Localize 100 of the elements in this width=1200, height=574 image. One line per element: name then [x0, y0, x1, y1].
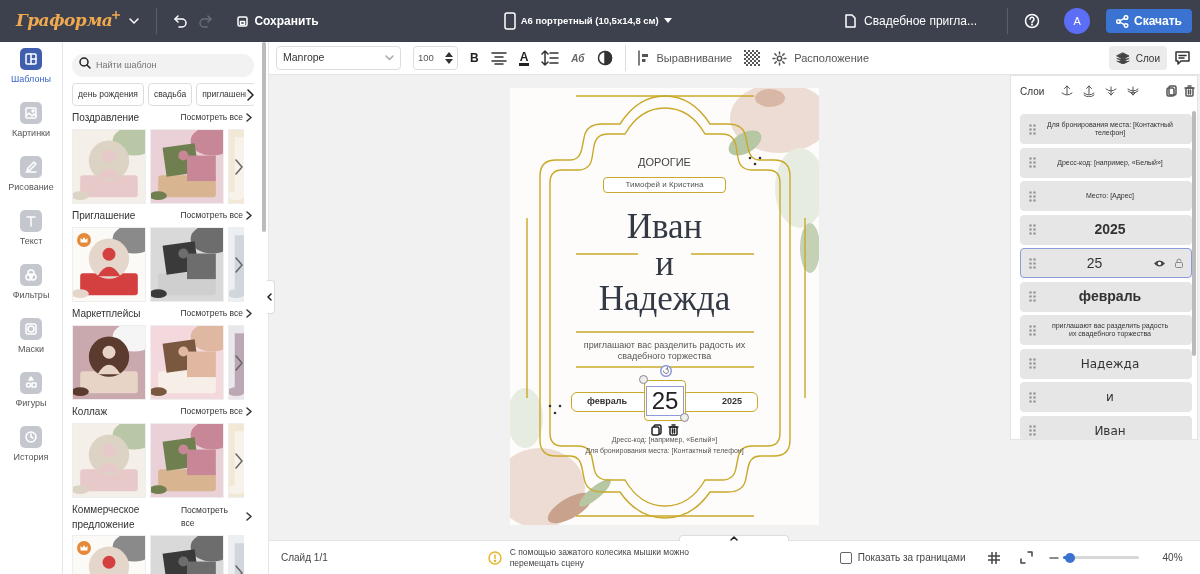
- layer-item[interactable]: 2025: [1020, 214, 1192, 245]
- layer-item[interactable]: Надежда: [1020, 348, 1192, 379]
- month-text: февраль: [587, 395, 628, 409]
- save-button[interactable]: Сохранить: [237, 12, 319, 30]
- rotate-handle-icon[interactable]: [660, 365, 672, 377]
- section-title: Поздравление: [72, 111, 140, 126]
- drag-handle-icon[interactable]: [1029, 257, 1036, 269]
- chevron-up-icon: [730, 536, 738, 541]
- view-all-link[interactable]: Посмотреть все: [180, 209, 252, 223]
- copy-icon[interactable]: [1166, 85, 1177, 97]
- slider-thumb[interactable]: [1065, 552, 1076, 563]
- drag-handle-icon[interactable]: [1029, 157, 1036, 168]
- text-effects-button[interactable]: Аб: [571, 50, 585, 66]
- bring-to-front-icon[interactable]: [1061, 85, 1073, 97]
- chevron-down-icon: [385, 55, 394, 61]
- pencil-icon: [20, 156, 42, 178]
- send-backward-icon[interactable]: [1105, 85, 1117, 97]
- collapse-handle[interactable]: [679, 535, 789, 541]
- send-to-back-icon[interactable]: [1127, 85, 1139, 97]
- drag-handle-icon[interactable]: [1029, 391, 1036, 403]
- resize-handle[interactable]: [639, 375, 648, 384]
- checkbox[interactable]: [839, 551, 852, 564]
- shapes-icon: [20, 372, 42, 394]
- chevron-right-icon: [246, 309, 252, 319]
- document-icon: [845, 14, 857, 28]
- delete-icon[interactable]: [667, 424, 679, 436]
- sidebar-item[interactable]: Картинки: [0, 102, 62, 156]
- sidebar-item[interactable]: Рисование: [0, 156, 62, 210]
- tag-chip[interactable]: приглашени: [196, 83, 254, 106]
- heading-text: ДОРОГИЕ: [638, 155, 691, 170]
- chevron-right-icon: [246, 512, 252, 522]
- sidebar-item[interactable]: Текст: [0, 210, 62, 264]
- delete-icon[interactable]: [1184, 85, 1195, 97]
- arrange-button[interactable]: Расположение: [772, 49, 869, 67]
- view-all-link[interactable]: Посмотреть все: [180, 405, 252, 419]
- help-icon[interactable]: [1024, 13, 1041, 29]
- template-icon: [20, 48, 42, 70]
- image-icon: [20, 102, 42, 124]
- groom-name: Иван: [626, 209, 703, 245]
- hint-text: С помощью зажатого колесика мышки можно перемещать сцену: [509, 546, 690, 569]
- collapse-handle[interactable]: [267, 280, 275, 314]
- view-all-link[interactable]: Посмотреть все: [180, 307, 252, 321]
- view-all-link[interactable]: Посмотреть все: [180, 111, 252, 125]
- day-text[interactable]: 25: [646, 385, 684, 416]
- scrollbar[interactable]: [1192, 111, 1196, 356]
- bride-name: Надежда: [598, 283, 731, 315]
- checkbox-label: Показать за границами: [857, 551, 966, 565]
- layer-item[interactable]: февраль: [1020, 281, 1192, 312]
- section-title: Приглашение: [72, 209, 136, 224]
- eye-icon[interactable]: [1153, 258, 1166, 268]
- scrollbar[interactable]: [262, 42, 266, 232]
- format-dropdown[interactable]: А6 портретный (10,5x14,8 см): [503, 12, 672, 30]
- resize-handle[interactable]: [680, 413, 689, 422]
- bring-forward-icon[interactable]: [1083, 85, 1095, 97]
- sidebar-item[interactable]: Шаблоны: [0, 48, 62, 102]
- avatar[interactable]: А: [1064, 8, 1091, 34]
- text-color-button[interactable]: A: [518, 50, 530, 66]
- download-button[interactable]: Скачать: [1106, 9, 1192, 33]
- drag-handle-icon[interactable]: [1029, 358, 1036, 369]
- transparency-icon[interactable]: [744, 50, 761, 66]
- sidebar-item[interactable]: Фигуры: [0, 372, 62, 426]
- undo-icon[interactable]: [173, 14, 190, 28]
- contrast-icon[interactable]: [596, 50, 613, 66]
- document-title[interactable]: Свадебное пригла...: [864, 12, 978, 30]
- section-title: Маркетплейсы: [72, 307, 141, 322]
- zoom-out-icon[interactable]: [1048, 555, 1059, 560]
- search-field[interactable]: Найти шаблон: [72, 53, 254, 77]
- section-title: Коммерческое предложение: [72, 502, 141, 532]
- font-dropdown[interactable]: Manrope: [276, 46, 401, 70]
- chevron-down-icon[interactable]: [128, 15, 141, 27]
- align-center-icon[interactable]: [490, 51, 507, 65]
- drag-handle-icon[interactable]: [1029, 224, 1036, 235]
- lock-icon[interactable]: [1174, 258, 1184, 268]
- layer-item[interactable]: 25: [1020, 248, 1192, 278]
- sidebar-item[interactable]: Маски: [0, 318, 62, 372]
- view-all-link[interactable]: Посмотреть все: [181, 504, 252, 530]
- tag-chip[interactable]: день рождения: [72, 83, 144, 106]
- drag-handle-icon[interactable]: [1029, 190, 1036, 202]
- logo[interactable]: Граформа: [16, 8, 113, 34]
- copy-icon[interactable]: [650, 424, 662, 436]
- sidebar-item[interactable]: Фильтры: [0, 264, 62, 318]
- drag-handle-icon[interactable]: [1029, 123, 1036, 135]
- history-icon: [20, 426, 42, 448]
- layers-button[interactable]: Слои: [1108, 46, 1167, 70]
- fullscreen-icon[interactable]: [1019, 551, 1033, 564]
- sidebar-item[interactable]: История: [0, 426, 62, 480]
- layer-item[interactable]: Иван: [1020, 415, 1192, 439]
- drag-handle-icon[interactable]: [1029, 324, 1036, 336]
- bold-button[interactable]: B: [470, 49, 479, 67]
- drag-handle-icon[interactable]: [1029, 291, 1036, 302]
- text-icon: [20, 210, 42, 232]
- layer-item[interactable]: и: [1020, 382, 1192, 412]
- grid-icon[interactable]: [987, 551, 1000, 564]
- align-button[interactable]: Выравнивание: [637, 49, 733, 67]
- line-spacing-icon[interactable]: [541, 50, 560, 66]
- comment-icon[interactable]: [1175, 51, 1190, 65]
- tag-chip[interactable]: свадьба: [147, 83, 193, 106]
- drag-handle-icon[interactable]: [1029, 425, 1036, 436]
- font-size-field[interactable]: 100: [413, 46, 458, 70]
- conjunction-text: и: [655, 245, 674, 283]
